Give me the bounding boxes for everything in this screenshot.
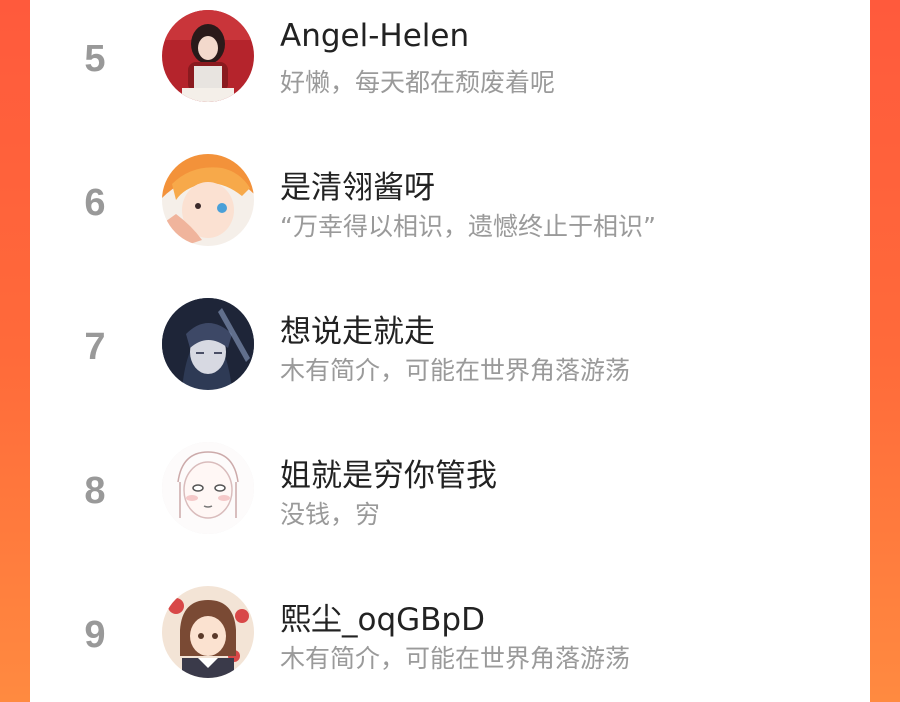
ranking-card: 5 Angel-Helen 好懒，每天都在颓废着呢 6 是清翎酱呀 “万幸得以相… (30, 0, 870, 702)
user-bio: 好懒，每天都在颓废着呢 (280, 68, 556, 97)
user-name[interactable]: 熙尘_oqGBpD (280, 594, 485, 639)
ranking-row[interactable]: 8 姐就是穷你管我 没钱，穷 (30, 442, 870, 562)
user-name[interactable]: 想说走就走 (280, 306, 435, 351)
user-bio: 木有简介，可能在世界角落游荡 (280, 644, 631, 673)
ranking-row[interactable]: 5 Angel-Helen 好懒，每天都在颓废着呢 (30, 10, 870, 130)
ranking-row[interactable]: 7 想说走就走 木有简介，可能在世界角落游荡 (30, 298, 870, 418)
avatar-dark-hair-anime-icon[interactable] (162, 298, 254, 390)
user-name[interactable]: 是清翎酱呀 (280, 162, 435, 207)
user-name[interactable]: 姐就是穷你管我 (280, 450, 497, 495)
avatar-girl-red-outfit-icon[interactable] (162, 10, 254, 102)
ranking-row[interactable]: 9 熙尘_oqGBpD 木有简介，可能在世界角落游荡 (30, 586, 870, 702)
rank-number: 8 (84, 470, 106, 512)
rank-number: 5 (84, 38, 106, 80)
avatar-sketch-face-icon[interactable] (162, 442, 254, 534)
rank-number: 7 (84, 326, 106, 368)
user-bio: “万幸得以相识，遗憾终止于相识” (280, 212, 656, 241)
rank-number: 9 (84, 614, 106, 656)
rank-number: 6 (84, 182, 106, 224)
user-name[interactable]: Angel-Helen (280, 18, 469, 54)
ranking-row[interactable]: 6 是清翎酱呀 “万幸得以相识，遗憾终止于相识” (30, 154, 870, 274)
user-bio: 木有简介，可能在世界角落游荡 (280, 356, 631, 385)
user-bio: 没钱，穷 (280, 500, 381, 529)
avatar-brown-hair-girl-icon[interactable] (162, 586, 254, 678)
avatar-orange-hair-anime-icon[interactable] (162, 154, 254, 246)
